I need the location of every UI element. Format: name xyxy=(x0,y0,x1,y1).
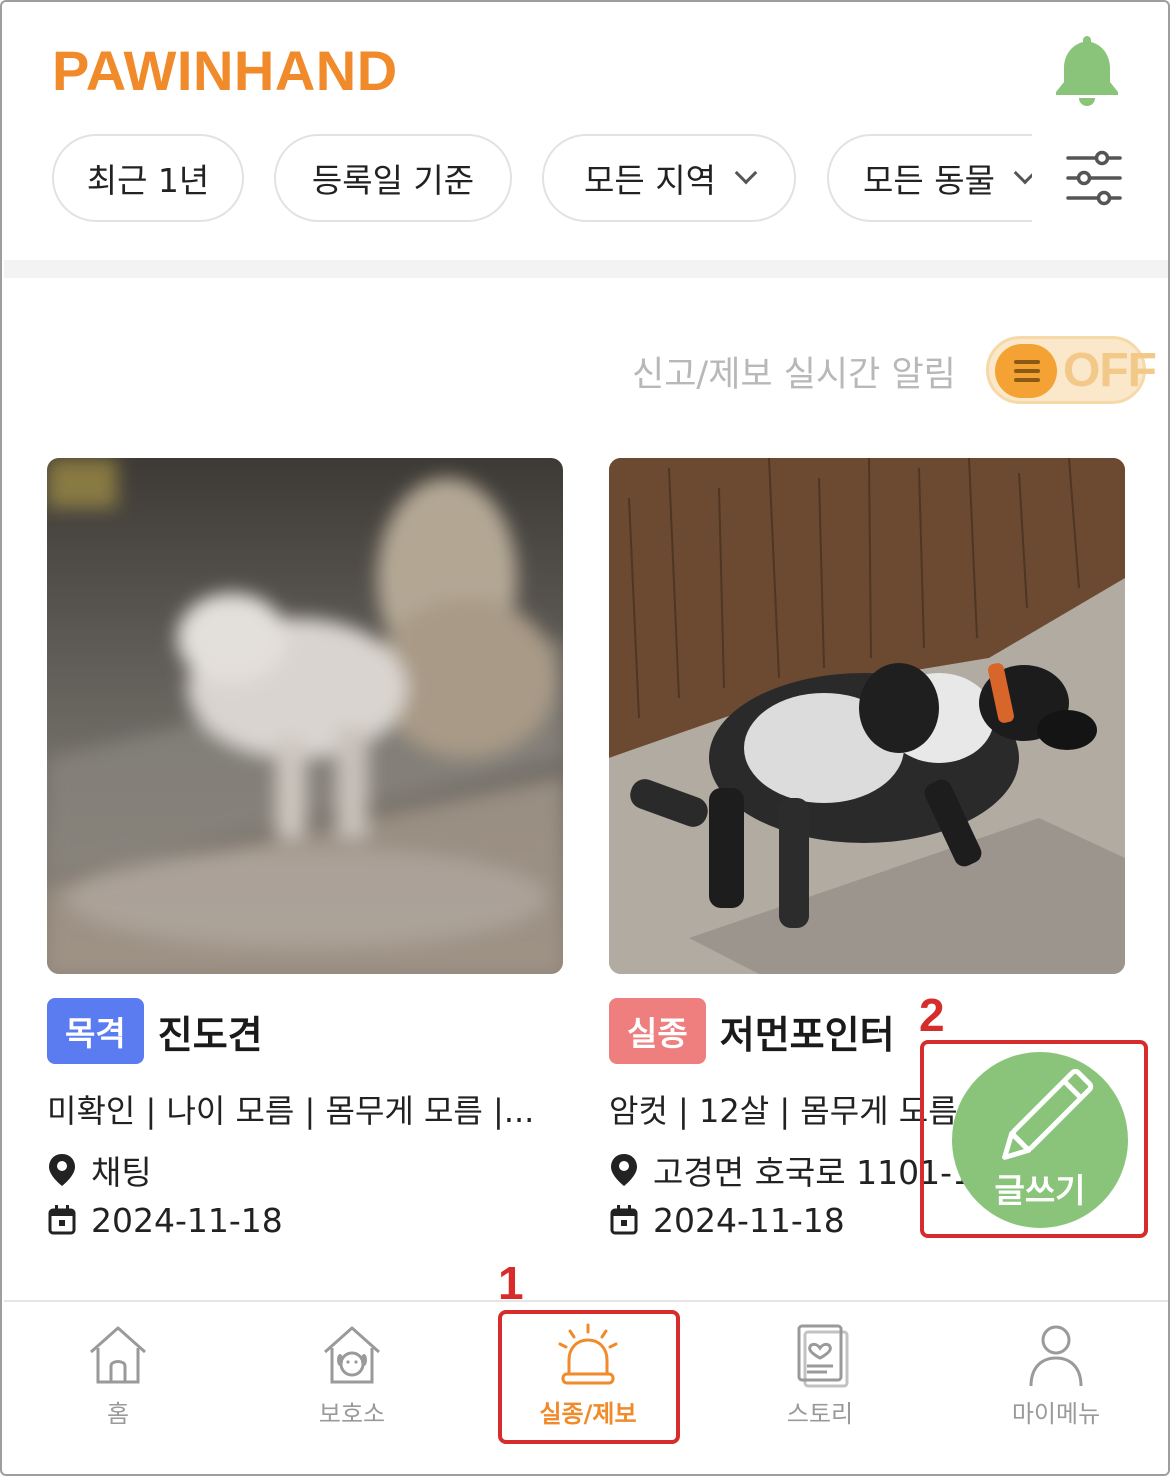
post-photo[interactable] xyxy=(609,458,1125,974)
app-logo: PAWINHAND xyxy=(52,39,398,102)
filter-sort-chip[interactable]: 등록일 기준 xyxy=(274,134,512,222)
post-status-tag: 목격 xyxy=(47,998,144,1064)
filter-sort-label: 등록일 기준 xyxy=(311,161,475,200)
location-pin-icon xyxy=(49,1154,75,1186)
annotation-number-2: 2 xyxy=(919,989,945,1041)
calendar-icon xyxy=(48,1205,76,1235)
toggle-knob xyxy=(995,344,1057,398)
annotation-box-1 xyxy=(498,1310,680,1444)
nav-item-story[interactable]: 스토리 xyxy=(740,1322,900,1432)
post-card[interactable]: 목격 진도견 미확인 | 나이 모름 | 몸무게 모름 |... 채팅 2024… xyxy=(47,458,563,1240)
nav-label-shelter: 보호소 xyxy=(318,1400,386,1428)
post-date-text: 2024-11-18 xyxy=(653,1200,845,1240)
bell-icon[interactable] xyxy=(1052,32,1122,106)
filter-region-label: 모든 지역 xyxy=(584,161,716,200)
filter-animal-label: 모든 동물 xyxy=(863,161,995,200)
story-icon xyxy=(797,1324,849,1388)
annotation-box-2 xyxy=(920,1040,1148,1238)
post-title: 진도견 xyxy=(157,1012,263,1057)
nav-item-home[interactable]: 홈 xyxy=(38,1322,198,1432)
nav-label-story: 스토리 xyxy=(786,1400,854,1428)
filter-period-chip[interactable]: 최근 1년 xyxy=(52,134,244,222)
filter-region-chip[interactable]: 모든 지역 xyxy=(542,134,796,222)
post-location: 채팅 xyxy=(47,1150,563,1192)
realtime-alert-toggle[interactable]: OFF xyxy=(986,336,1157,404)
annotation-number-1: 1 xyxy=(498,1257,524,1309)
shelter-icon xyxy=(324,1326,380,1384)
post-location-text: 채팅 xyxy=(91,1153,152,1192)
post-photo[interactable] xyxy=(47,458,563,974)
chevron-down-icon xyxy=(734,161,758,185)
chevron-down-icon xyxy=(1013,161,1032,185)
location-pin-icon xyxy=(611,1154,637,1186)
section-divider xyxy=(4,260,1168,278)
home-icon xyxy=(90,1326,146,1384)
post-title: 저먼포인터 xyxy=(719,1012,895,1057)
nav-label-my-menu: 마이메뉴 xyxy=(1011,1400,1101,1428)
person-icon xyxy=(1029,1325,1083,1387)
filter-chip-bar: 최근 1년 등록일 기준 모든 지역 모든 동물 xyxy=(52,134,1032,224)
post-date-text: 2024-11-18 xyxy=(91,1200,283,1240)
post-info: 미확인 | 나이 모름 | 몸무게 모름 |... xyxy=(47,1092,535,1130)
post-status-tag: 실종 xyxy=(609,998,706,1064)
calendar-icon xyxy=(610,1205,638,1235)
nav-item-my-menu[interactable]: 마이메뉴 xyxy=(976,1322,1136,1432)
filter-animal-chip[interactable]: 모든 동물 xyxy=(827,134,1032,222)
toggle-state-text: OFF xyxy=(1063,344,1157,397)
app-screen: PAWINHAND 최근 1년 등록일 기준 모든 지역 모든 동물 신고/제보… xyxy=(0,0,1170,1476)
filter-period-label: 최근 1년 xyxy=(86,161,210,200)
sliders-icon[interactable] xyxy=(1064,150,1124,206)
post-date: 2024-11-18 xyxy=(47,1200,563,1240)
nav-item-shelter[interactable]: 보호소 xyxy=(272,1322,432,1432)
realtime-alert-label: 신고/제보 실시간 알림 xyxy=(632,355,956,395)
nav-label-home: 홈 xyxy=(106,1400,130,1428)
